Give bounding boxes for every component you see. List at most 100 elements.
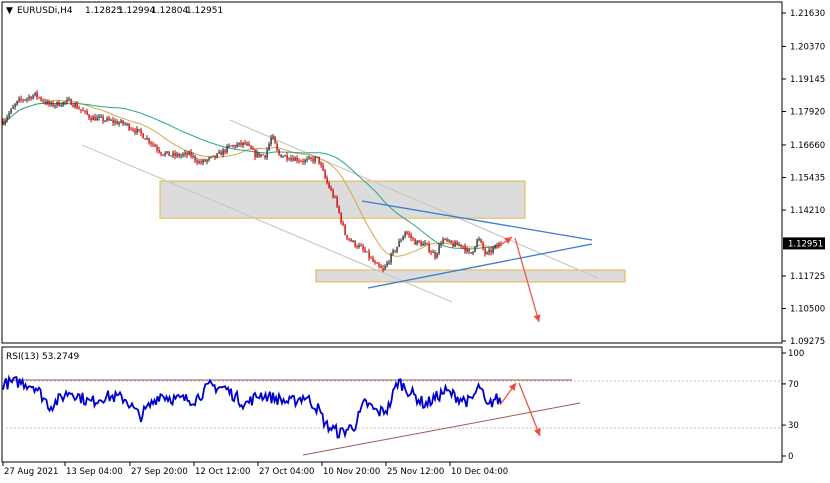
candle-bear — [262, 154, 264, 156]
header-triangle-icon[interactable]: ▼ — [6, 6, 13, 16]
candle-bull — [192, 155, 194, 157]
candle-bull — [6, 117, 8, 121]
candle-bear — [328, 182, 330, 188]
chart-window: ▼ EURUSDi,H4 1.12825 1.12994 1.12804 1.1… — [1, 1, 825, 477]
candle-bear — [108, 118, 110, 121]
candle-bull — [104, 120, 106, 122]
candle-bull — [400, 240, 402, 242]
price-tick-label: 1.11725 — [790, 272, 825, 282]
candle-bull — [432, 252, 434, 254]
candle-bear — [276, 143, 278, 151]
candle-bear — [116, 121, 118, 125]
candle-bear — [204, 159, 206, 162]
candle-bear — [132, 129, 134, 131]
candle-bear — [326, 177, 328, 183]
candle-bull — [440, 243, 442, 245]
candle-bear — [78, 108, 80, 110]
candle-bear — [430, 251, 432, 253]
candle-bull — [64, 101, 66, 103]
candle-bull — [56, 101, 58, 106]
price-tick-label: 1.19145 — [790, 75, 825, 85]
candle-bear — [344, 225, 346, 236]
candle-bear — [258, 152, 260, 157]
price-tick-label: 1.20370 — [790, 42, 825, 52]
candle-bear — [38, 97, 40, 99]
candle-bull — [60, 105, 62, 107]
candle-bear — [370, 257, 372, 259]
candle-bear — [380, 266, 382, 269]
candle-bull — [10, 108, 12, 114]
open-value: 1.12825 — [85, 6, 122, 16]
candle-bull — [24, 99, 26, 101]
candle-bull — [236, 144, 238, 148]
candle-bear — [468, 249, 470, 253]
price-tick-label: 1.14210 — [790, 206, 825, 216]
candle-bear — [138, 128, 140, 130]
candle-bear — [36, 92, 38, 98]
candle-bull — [120, 120, 122, 123]
candle-bear — [88, 114, 90, 119]
time-tick-label: 27 Oct 04:00 — [259, 467, 314, 477]
candle-bull — [172, 152, 174, 156]
candle-bull — [8, 113, 10, 118]
candle-bear — [418, 240, 420, 243]
candle-bear — [460, 244, 462, 247]
candle-bear — [298, 160, 300, 162]
candle-bear — [462, 246, 464, 248]
candle-bear — [350, 239, 352, 242]
time-tick-label: 25 Nov 12:00 — [387, 467, 444, 477]
high-value: 1.12994 — [118, 6, 155, 16]
candle-bear — [42, 100, 44, 102]
rsi-tick-label: 30 — [788, 421, 799, 431]
candle-bear — [254, 149, 256, 157]
candle-bear — [48, 101, 50, 105]
candle-bear — [250, 145, 252, 149]
candle-bull — [392, 250, 394, 254]
candle-bear — [292, 157, 294, 161]
candle-bull — [68, 99, 70, 101]
low-value: 1.12804 — [151, 6, 188, 16]
candle-bull — [314, 157, 316, 162]
candle-bear — [332, 190, 334, 197]
candle-bull — [34, 92, 36, 96]
candle-bear — [150, 142, 152, 144]
candle-bear — [168, 151, 170, 156]
candle-bear — [248, 143, 250, 146]
candle-bear — [482, 242, 484, 249]
candle-bear — [354, 240, 356, 247]
candle-bear — [378, 263, 380, 267]
candle-bull — [18, 98, 20, 101]
candle-bull — [458, 244, 460, 246]
candle-bull — [384, 266, 386, 270]
candle-bear — [324, 170, 326, 178]
candle-bull — [26, 98, 28, 100]
candle-bull — [366, 251, 368, 253]
candle-bear — [148, 138, 150, 143]
candle-bear — [456, 241, 458, 245]
time-axis: 27 Aug 2021 13 Sep 04:00 27 Sep 20:00 12 Oc… — [2, 462, 508, 477]
candle-bull — [232, 145, 234, 147]
candle-bull — [4, 120, 6, 125]
candle-bear — [446, 238, 448, 241]
candle-bear — [286, 155, 288, 160]
candle-bull — [46, 101, 48, 104]
candle-bull — [100, 116, 102, 118]
candle-bull — [454, 241, 456, 247]
candle-bull — [212, 155, 214, 157]
candle-bull — [32, 95, 34, 99]
candle-bear — [490, 249, 492, 253]
candle-bull — [222, 149, 224, 156]
candle-bull — [390, 253, 392, 263]
candle-bear — [122, 120, 124, 124]
candle-bull — [306, 158, 308, 161]
candle-bear — [434, 252, 436, 258]
candle-bear — [320, 163, 322, 166]
candle-bull — [98, 116, 100, 118]
candle-bull — [146, 138, 148, 140]
rsi-tick-label: 70 — [788, 380, 799, 390]
candle-bear — [72, 105, 74, 107]
candle-bear — [240, 142, 242, 146]
candle-bull — [136, 128, 138, 133]
candle-bear — [412, 238, 414, 240]
candle-bear — [484, 248, 486, 254]
